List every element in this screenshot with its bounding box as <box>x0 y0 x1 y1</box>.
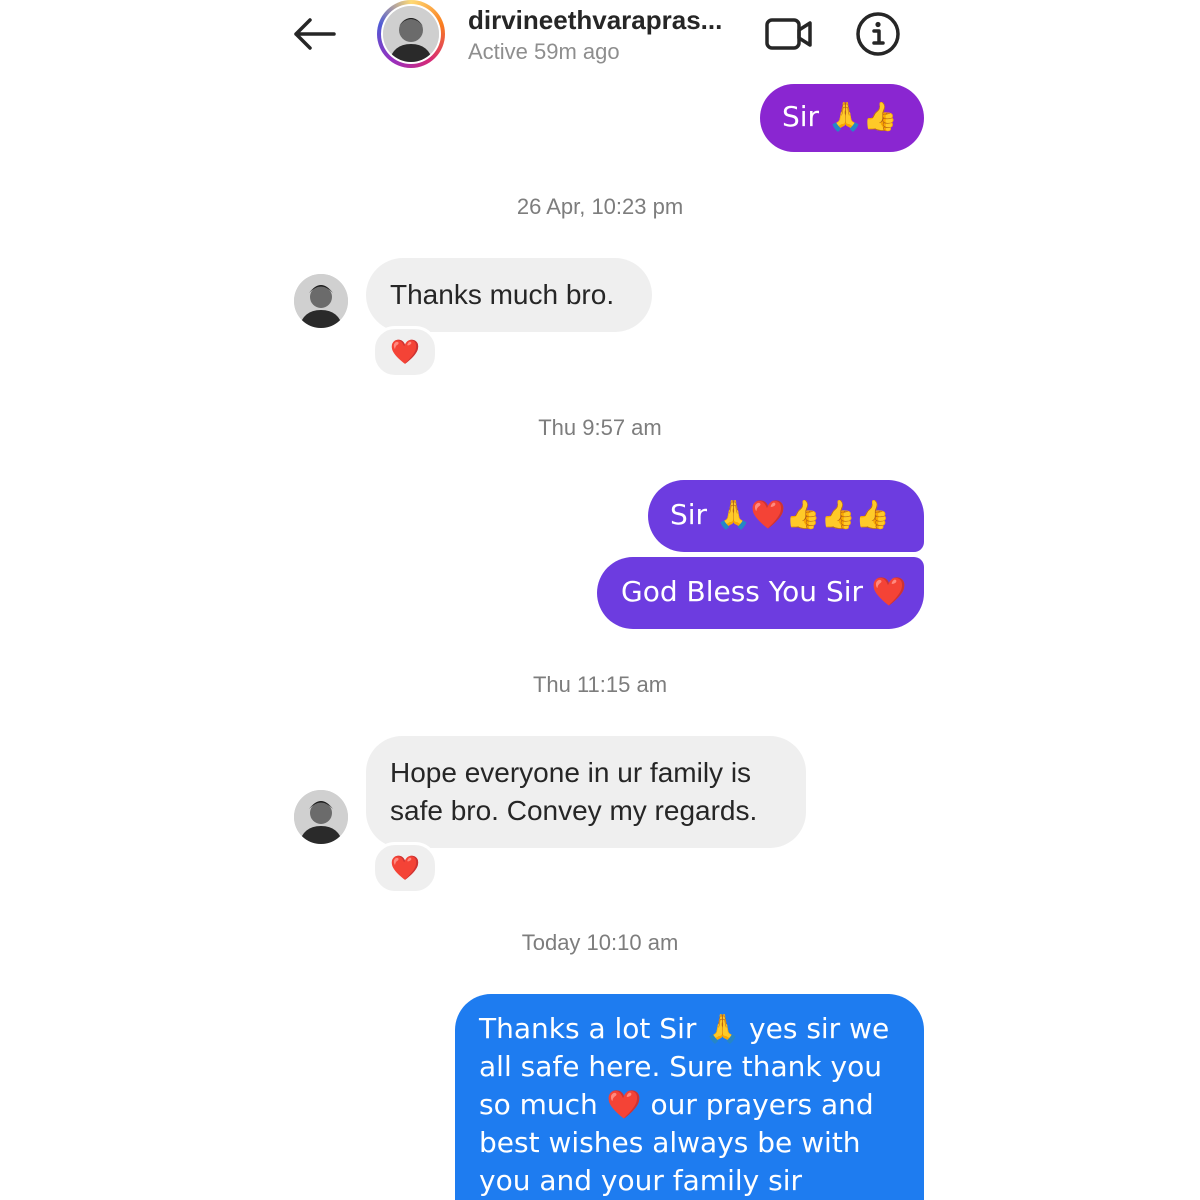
info-button[interactable] <box>854 10 902 58</box>
profile-avatar[interactable] <box>377 0 445 68</box>
timestamp: Thu 11:15 am <box>532 672 668 697</box>
incoming-message[interactable]: Hope everyone in ur family is safe bro. … <box>366 736 806 848</box>
heart-reaction[interactable]: ❤️ <box>372 326 438 378</box>
info-icon <box>856 12 900 56</box>
outgoing-message[interactable]: Sir 🙏👍 <box>760 84 924 152</box>
outgoing-message[interactable]: God Bless You Sir ❤️ <box>597 557 924 629</box>
back-button[interactable] <box>288 14 340 54</box>
heart-icon: ❤️ <box>390 854 420 882</box>
outgoing-message[interactable]: Sir 🙏❤️👍👍👍 <box>648 480 924 552</box>
timestamp: 26 Apr, 10:23 pm <box>516 194 684 219</box>
active-status: Active 59m ago <box>468 39 620 64</box>
heart-icon: ❤️ <box>390 338 420 366</box>
incoming-message[interactable]: Thanks much bro. <box>366 258 652 332</box>
video-camera-icon <box>765 18 812 50</box>
arrow-left-icon <box>294 18 336 50</box>
video-call-button[interactable] <box>764 14 814 54</box>
avatar-photo <box>383 6 439 62</box>
outgoing-message[interactable]: Thanks a lot Sir 🙏 yes sir we all safe h… <box>455 994 924 1200</box>
chat-username[interactable]: dirvineethvarapras... <box>468 5 722 36</box>
heart-reaction[interactable]: ❤️ <box>372 842 438 894</box>
timestamp: Today 10:10 am <box>521 930 679 955</box>
timestamp: Thu 9:57 am <box>538 415 662 440</box>
sender-avatar[interactable] <box>294 790 348 844</box>
sender-avatar[interactable] <box>294 274 348 328</box>
